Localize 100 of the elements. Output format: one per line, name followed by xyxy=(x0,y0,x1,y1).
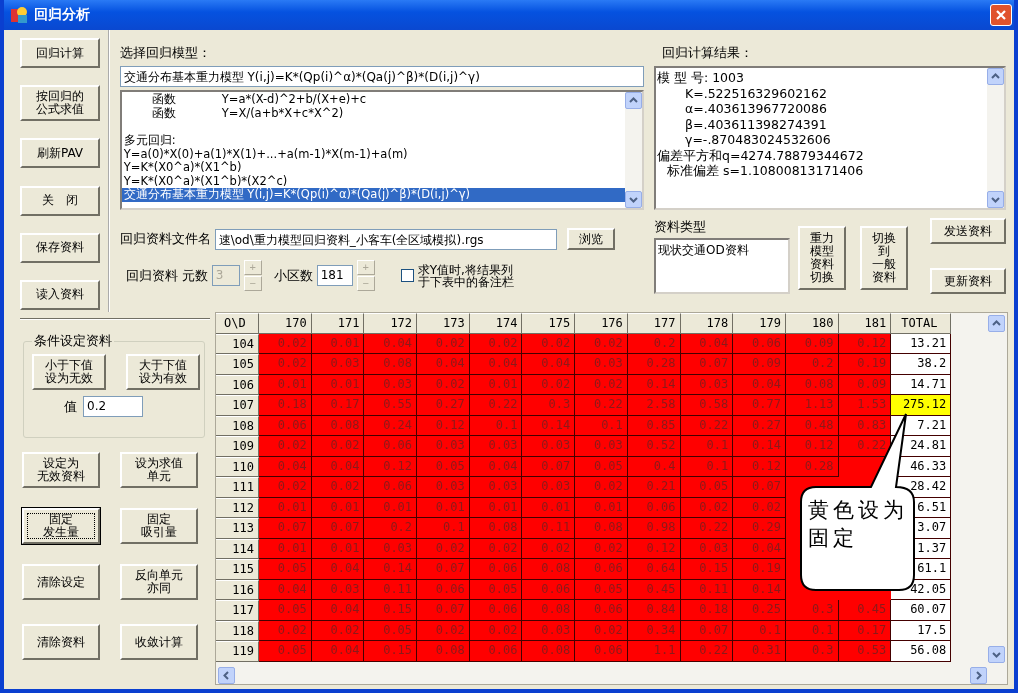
total-cell: 60.07 xyxy=(891,600,952,621)
command-button[interactable]: 收敛计算 xyxy=(120,624,198,660)
close-button[interactable] xyxy=(990,4,1012,26)
table-cell: 0.02 xyxy=(575,333,628,354)
table-cell: 0.06 xyxy=(469,641,523,662)
command-button[interactable]: 清除资料 xyxy=(22,624,100,660)
column-header: TOTAL xyxy=(891,313,952,334)
table-cell: 0.77 xyxy=(733,395,786,416)
table-cell: 0.1 xyxy=(733,620,786,641)
table-cell: 0.04 xyxy=(522,354,576,375)
command-button[interactable]: 清除设定 xyxy=(22,564,100,600)
table-cell: 0.02 xyxy=(522,538,576,559)
command-button[interactable]: 固定 吸引量 xyxy=(120,508,198,544)
command-button[interactable]: 按回归的 公式求值 xyxy=(20,85,100,122)
column-header: 172 xyxy=(364,313,418,334)
table-cell: 0.07 xyxy=(417,600,470,621)
vertical-scrollbar[interactable] xyxy=(987,68,1004,208)
checkbox-label: 求Y值时,将结果列 于下表中的备注栏 xyxy=(417,263,514,288)
results-label: 回归计算结果： xyxy=(661,44,754,62)
vertical-scrollbar[interactable] xyxy=(624,92,642,208)
command-button[interactable]: 读入资料 xyxy=(20,279,100,310)
table-cell: 0.1 xyxy=(680,436,734,457)
table-cell: 0.11 xyxy=(364,579,418,600)
result-line: 偏差平方和q=4274.78879344672 xyxy=(657,147,865,163)
close-icon xyxy=(995,9,1007,21)
table-cell: 0.03 xyxy=(417,436,470,457)
switch-button[interactable]: 重力 模型 资料 切换 xyxy=(798,226,846,290)
table-cell: 0.05 xyxy=(259,559,312,580)
table-cell: 0.02 xyxy=(733,497,786,518)
list-item-formula: Y=a*(X-d)^2+b/(X+e)+c xyxy=(221,93,367,107)
command-button[interactable]: 回归计算 xyxy=(20,38,100,68)
column-header: 173 xyxy=(417,313,470,334)
table-cell: 0.3 xyxy=(522,395,576,416)
command-button[interactable]: 设为求值 单元 xyxy=(120,452,198,488)
row-header: 108 xyxy=(216,415,259,436)
window-title: 回归分析 xyxy=(34,6,91,24)
row-header: 110 xyxy=(216,456,259,477)
list-item[interactable]: Y=K*(X0^a)*(X1^b) xyxy=(121,161,625,175)
table-cell: 0.14 xyxy=(733,579,786,600)
data-type-label: 资料类型 xyxy=(654,218,707,236)
table-cell: 0.19 xyxy=(733,559,786,580)
file-path-field[interactable]: 速\od\重力模型回归资料_小客车(全区域模拟).rgs xyxy=(214,228,557,250)
table-cell: 0.08 xyxy=(522,600,576,621)
table-cell: 0.29 xyxy=(733,518,786,539)
table-cell: 0.01 xyxy=(522,497,576,518)
browse-button[interactable]: 浏览 xyxy=(566,228,615,250)
value-field[interactable]: 0.2 xyxy=(83,396,143,417)
action-button[interactable]: 发送资料 xyxy=(930,218,1006,244)
command-button[interactable]: 刷新PAV xyxy=(20,138,100,169)
table-cell: 0.04 xyxy=(259,579,312,600)
table-cell: 0.02 xyxy=(417,538,470,559)
row-header: 112 xyxy=(216,497,259,518)
table-cell: 0.55 xyxy=(364,395,418,416)
table-cell: 0.02 xyxy=(575,477,628,498)
command-button[interactable]: 保存资料 xyxy=(20,232,100,263)
action-button[interactable]: 更新资料 xyxy=(930,268,1006,294)
table-cell: 0.03 xyxy=(575,436,628,457)
column-header: 181 xyxy=(838,313,892,334)
table-cell: 0.98 xyxy=(627,518,681,539)
table-cell: 0.01 xyxy=(575,497,628,518)
table-cell: 0.01 xyxy=(259,374,312,395)
table-cell: 0.22 xyxy=(575,395,628,416)
table-cell: 0.06 xyxy=(575,559,628,580)
list-item[interactable]: Y=a(0)*X(0)+a(1)*X(1)+...+a(m-1)*X(m-1)+a(m) xyxy=(121,147,625,161)
list-item[interactable]: Y=K*(X0^a)*(X1^b)*(X2^c) xyxy=(121,174,625,188)
remark-checkbox[interactable] xyxy=(400,269,414,282)
app-icon xyxy=(10,6,28,24)
column-header: 178 xyxy=(680,313,734,334)
table-cell: 0.05 xyxy=(259,641,312,662)
list-item[interactable]: 多元回归: xyxy=(121,134,625,148)
table-cell: 0.02 xyxy=(311,477,365,498)
command-button[interactable]: 设定为 无效资料 xyxy=(22,452,100,488)
condition-button[interactable]: 小于下值 设为无效 xyxy=(32,354,106,390)
table-cell: 0.03 xyxy=(522,620,576,641)
table-cell: 0.06 xyxy=(364,436,418,457)
value-label: 值 xyxy=(64,397,77,416)
table-cell: 0.25 xyxy=(733,600,786,621)
table-cell: 0.15 xyxy=(680,559,734,580)
list-item[interactable]: 交通分布基本重力模型 Y(i,j)=K*(Qp(i)^α)*(Qa(j)^β)*(D(i,j)^γ) xyxy=(121,188,625,202)
table-cell: 0.08 xyxy=(417,641,470,662)
row-header: 107 xyxy=(216,395,259,416)
command-button[interactable]: 反向单元 亦同 xyxy=(120,564,198,600)
table-cell: 0.02 xyxy=(575,374,628,395)
table-cell: 0.21 xyxy=(627,477,681,498)
command-button[interactable]: 固定 发生量 xyxy=(22,508,100,544)
table-cell: 0.03 xyxy=(311,354,365,375)
table-cell: 0.22 xyxy=(838,436,892,457)
model-combo[interactable]: 交通分布基本重力模型 Y(i,j)=K*(Qp(i)^α)*(Qa(j)^β)*(D(i,j)^γ) xyxy=(119,66,644,87)
list-item-label: 函数 xyxy=(150,93,177,107)
vertical-scrollbar[interactable] xyxy=(988,315,1005,663)
model-list[interactable]: 函数 Y=a*(X-d)^2+b/(X+e)+c 函数 Y=X/(a+b*X+c*X^2) 多元回归: Y=a(0)*X(0)+a(1)*X(1)+...+a(m-1)*X(m-1)+a(m) Y=K*(X0^a)*(X1^b) Y=K*(X0^a)*(X1^b)*(X2^c) 交通分布基本重力模型 Y(i,j)=K*(Qp(i)^α)*(Qa(j)^β)*(D(i,j)^γ) xyxy=(119,90,644,210)
result-line: γ=-.870483024532606 xyxy=(684,132,832,148)
zones-field[interactable]: 181 xyxy=(316,265,353,286)
table-cell: 0.05 xyxy=(259,600,312,621)
condition-button[interactable]: 大于下值 设为有效 xyxy=(126,354,200,390)
switch-button[interactable]: 切换 到 一般 资料 xyxy=(860,226,908,290)
table-cell: 0.04 xyxy=(469,354,523,375)
list-item-label: 函数 xyxy=(150,106,177,120)
command-button[interactable]: 关 闭 xyxy=(20,185,100,216)
column-header: 175 xyxy=(522,313,576,334)
